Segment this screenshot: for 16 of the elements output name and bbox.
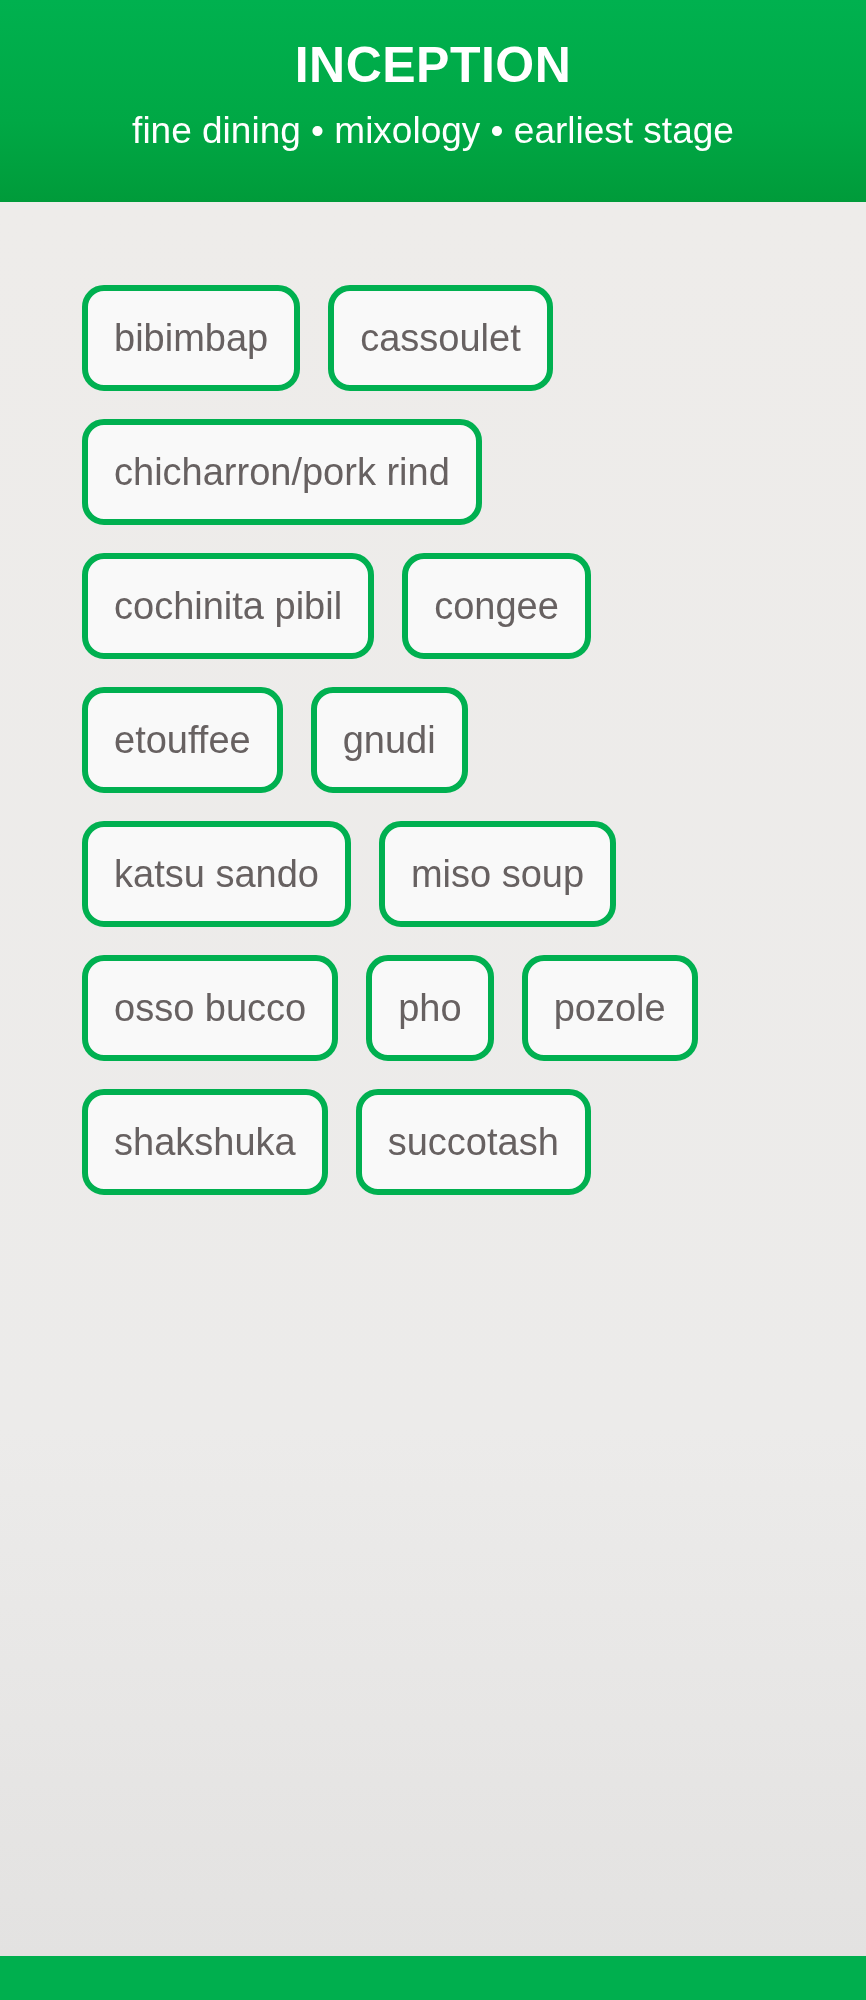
dish-chip[interactable]: pho <box>366 955 494 1061</box>
dish-chip[interactable]: bibimbap <box>82 285 301 391</box>
dish-chip[interactable]: cochinita pibil <box>82 553 375 659</box>
dish-chip[interactable]: congee <box>402 553 591 659</box>
dish-chip[interactable]: etouffee <box>82 687 283 793</box>
dish-chip[interactable]: katsu sando <box>82 821 351 927</box>
dish-chip[interactable]: chicharron/pork rind <box>82 419 482 525</box>
dish-chip[interactable]: osso bucco <box>82 955 339 1061</box>
dish-chip[interactable]: miso soup <box>378 821 617 927</box>
page-title: INCEPTION <box>293 38 573 93</box>
dish-chip[interactable]: gnudi <box>310 687 468 793</box>
dish-chip[interactable]: cassoulet <box>328 285 553 391</box>
dish-chip[interactable]: shakshuka <box>82 1089 328 1195</box>
dish-chip[interactable]: succotash <box>355 1089 591 1195</box>
dish-chip[interactable]: pozole <box>521 955 698 1061</box>
page-subtitle: fine dining • mixology • earliest stage <box>131 109 735 153</box>
